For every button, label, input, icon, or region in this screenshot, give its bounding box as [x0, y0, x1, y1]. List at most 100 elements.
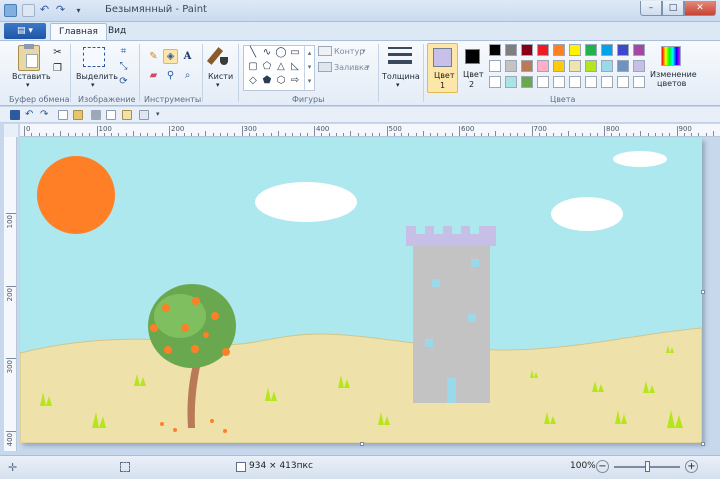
canvas-resize-handle-right[interactable]: [701, 290, 705, 294]
paste-button[interactable]: [18, 44, 40, 71]
customize-toolbar-icon[interactable]: ▾: [156, 110, 166, 120]
magnifier-icon[interactable]: ⌕: [180, 68, 195, 83]
palette-swatch[interactable]: [521, 44, 533, 56]
palette-swatch[interactable]: [601, 44, 613, 56]
palette-swatch[interactable]: [553, 60, 565, 72]
close-button[interactable]: ✕: [684, 1, 716, 16]
shapes-scroll-icon[interactable]: ▴ ▾ ▾: [304, 46, 314, 90]
zoom-out-button[interactable]: −: [596, 460, 609, 473]
palette-swatch[interactable]: [489, 44, 501, 56]
palette-swatch[interactable]: [617, 44, 629, 56]
color1-button[interactable]: Цвет 1: [427, 43, 458, 93]
tab-home[interactable]: Главная: [50, 23, 107, 40]
palette-swatch[interactable]: [553, 76, 565, 88]
palette-swatch[interactable]: [505, 76, 517, 88]
palette-swatch[interactable]: [617, 60, 629, 72]
print-preview-icon[interactable]: [106, 110, 116, 120]
outline-dropdown-icon[interactable]: ▾: [362, 47, 366, 55]
palette-swatch[interactable]: [633, 60, 645, 72]
tab-view[interactable]: Вид: [100, 23, 134, 40]
drawing-canvas[interactable]: [19, 138, 703, 444]
edit-colors-label-2[interactable]: цветов: [657, 79, 686, 88]
palette-swatch[interactable]: [569, 76, 581, 88]
palette-swatch[interactable]: [633, 44, 645, 56]
rotate-icon[interactable]: ⟳: [116, 74, 131, 89]
canvas-resize-handle-bottom[interactable]: [360, 442, 364, 446]
line-shape-icon[interactable]: ╲: [246, 47, 260, 59]
pentagon-shape-icon[interactable]: ⬟: [260, 75, 274, 87]
eraser-icon[interactable]: ▰: [146, 68, 161, 83]
pencil-icon[interactable]: ✎: [146, 49, 161, 64]
palette-swatch[interactable]: [601, 76, 613, 88]
palette-swatch[interactable]: [553, 44, 565, 56]
copy-icon[interactable]: ❐: [50, 61, 65, 76]
fill-bucket-icon[interactable]: ◈: [163, 49, 178, 64]
crop-icon[interactable]: ⌗: [116, 44, 131, 59]
palette-swatch[interactable]: [505, 44, 517, 56]
edit-colors-icon[interactable]: [661, 46, 681, 66]
ruler-minor-tick: [263, 133, 265, 136]
cut-icon[interactable]: ✂: [50, 45, 65, 60]
oval-shape-icon[interactable]: ◯: [274, 47, 288, 59]
diamond-shape-icon[interactable]: ◇: [246, 75, 260, 87]
fill-icon[interactable]: [318, 62, 332, 72]
palette-swatch[interactable]: [617, 76, 629, 88]
open-file-icon[interactable]: [73, 110, 83, 120]
maximize-button[interactable]: □: [662, 1, 684, 16]
save-icon[interactable]: [10, 110, 20, 120]
new-file-icon[interactable]: [58, 110, 68, 120]
palette-swatch[interactable]: [585, 76, 597, 88]
size-dropdown-icon[interactable]: ▾: [396, 81, 400, 89]
palette-swatch[interactable]: [537, 76, 549, 88]
palette-swatch[interactable]: [601, 60, 613, 72]
rounded-rect-shape-icon[interactable]: ▢: [246, 61, 260, 73]
brush-icon[interactable]: [206, 45, 232, 69]
palette-swatch[interactable]: [569, 44, 581, 56]
save-quick-icon[interactable]: [22, 4, 35, 17]
canvas-resize-handle-corner[interactable]: [701, 442, 705, 446]
palette-swatch[interactable]: [521, 76, 533, 88]
properties-icon[interactable]: [139, 110, 149, 120]
outline-label[interactable]: Контур: [334, 47, 364, 56]
palette-swatch[interactable]: [489, 60, 501, 72]
zoom-in-button[interactable]: +: [685, 460, 698, 473]
brushes-dropdown-icon[interactable]: ▾: [216, 81, 220, 89]
paste-dropdown-icon[interactable]: ▾: [26, 81, 30, 89]
hexagon-shape-icon[interactable]: ⬡: [274, 75, 288, 87]
quick-access-dropdown-icon[interactable]: ▾: [72, 4, 85, 17]
select-tool-icon[interactable]: [83, 47, 105, 67]
palette-swatch[interactable]: [537, 44, 549, 56]
print-icon[interactable]: [91, 110, 101, 120]
curve-shape-icon[interactable]: ∿: [260, 47, 274, 59]
fill-dropdown-icon[interactable]: ▾: [366, 63, 370, 71]
palette-swatch[interactable]: [489, 76, 501, 88]
palette-swatch[interactable]: [505, 60, 517, 72]
palette-swatch[interactable]: [537, 60, 549, 72]
polygon-shape-icon[interactable]: ⬠: [260, 61, 274, 73]
color2-button[interactable]: Цвет 2: [460, 43, 486, 93]
palette-swatch[interactable]: [521, 60, 533, 72]
edit-colors-label-1[interactable]: Изменение: [650, 70, 697, 79]
right-triangle-shape-icon[interactable]: ◺: [288, 61, 302, 73]
palette-swatch[interactable]: [585, 60, 597, 72]
select-dropdown-icon[interactable]: ▾: [91, 81, 95, 89]
palette-swatch[interactable]: [633, 76, 645, 88]
minimize-button[interactable]: –: [640, 1, 662, 16]
palette-swatch[interactable]: [585, 44, 597, 56]
palette-swatch[interactable]: [569, 60, 581, 72]
redo-icon[interactable]: ↷: [40, 110, 50, 120]
text-tool-icon[interactable]: A: [180, 49, 195, 64]
file-menu-button[interactable]: ▤ ▾: [4, 23, 46, 39]
arrow-shape-icon[interactable]: ⇨: [288, 75, 302, 87]
undo-icon[interactable]: ↶: [25, 110, 35, 120]
redo-quick-icon[interactable]: ↷: [54, 4, 67, 17]
triangle-shape-icon[interactable]: △: [274, 61, 288, 73]
rectangle-shape-icon[interactable]: ▭: [288, 47, 302, 59]
outline-icon[interactable]: [318, 46, 332, 56]
email-icon[interactable]: [122, 110, 132, 120]
zoom-slider-thumb[interactable]: [645, 461, 650, 472]
resize-icon[interactable]: ⤡: [116, 59, 131, 74]
undo-quick-icon[interactable]: ↶: [38, 4, 51, 17]
color-picker-icon[interactable]: ⚲: [163, 68, 178, 83]
fill-label[interactable]: Заливка: [334, 63, 369, 72]
